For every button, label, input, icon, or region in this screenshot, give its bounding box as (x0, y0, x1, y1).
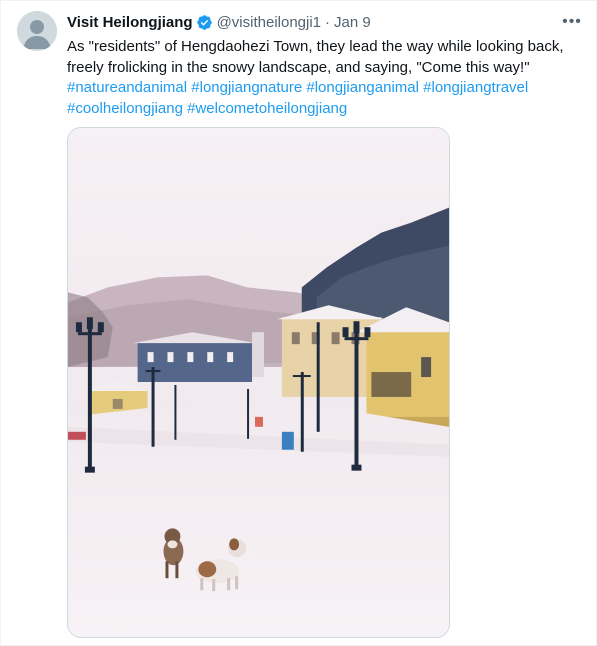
hashtag-link[interactable]: #natureandanimal (67, 79, 187, 96)
tweet-body: As "residents" of Hengdaohezi Town, they… (67, 38, 564, 76)
hashtag-link[interactable]: #longjianganimal (306, 79, 419, 96)
hashtag-link[interactable]: #welcometoheilongjiang (187, 100, 347, 117)
hashtag-link[interactable]: #coolheilongjiang (67, 100, 183, 117)
tweet-header: Visit Heilongjiang @visitheilongji1 · Ja… (67, 12, 371, 32)
default-avatar-icon (17, 11, 57, 51)
tweet-photo[interactable] (67, 127, 450, 638)
tweet-card[interactable]: Visit Heilongjiang @visitheilongji1 · Ja… (0, 0, 597, 646)
separator-dot: · (325, 13, 331, 31)
snowy-town-photo (68, 128, 449, 637)
avatar[interactable] (17, 11, 57, 51)
tweet-date[interactable]: Jan 9 (334, 14, 371, 31)
tweet-text: As "residents" of Hengdaohezi Town, they… (67, 37, 587, 119)
user-handle[interactable]: @visitheilongji1 (217, 14, 321, 31)
hashtag-link[interactable]: #longjiangtravel (423, 79, 528, 96)
hashtag-link[interactable]: #longjiangnature (191, 79, 302, 96)
more-options-icon[interactable]: ••• (560, 11, 584, 33)
display-name[interactable]: Visit Heilongjiang (67, 14, 193, 31)
verified-badge-icon (196, 14, 212, 30)
